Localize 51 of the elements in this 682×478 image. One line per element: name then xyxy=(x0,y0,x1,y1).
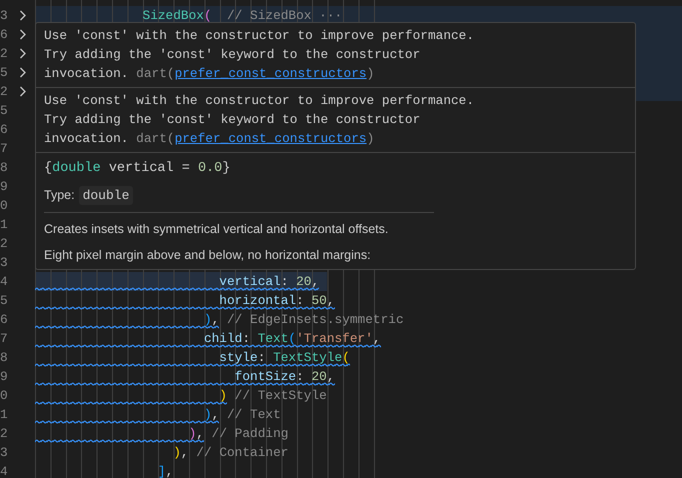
line-number: 3 xyxy=(0,7,8,25)
line-number: 1 xyxy=(0,406,8,424)
line-number: 7 xyxy=(0,330,8,348)
line-number: 3 xyxy=(0,254,8,272)
type-chip: double xyxy=(78,186,134,205)
line-number: 4 xyxy=(0,273,8,291)
code-line: ), // Padding xyxy=(188,426,288,441)
doc-text: Creates insets with symmetrical vertical and horizontal offsets. xyxy=(44,221,390,238)
code-line: ) // TextStyle xyxy=(218,388,327,403)
line-number: 6 xyxy=(0,311,8,329)
code-line: vertical: 20, xyxy=(218,274,320,289)
line-number: 9 xyxy=(0,368,8,386)
line-number: 4 xyxy=(0,463,8,478)
code-line: ), // Text xyxy=(202,407,281,422)
code-line: style: TextStyle( xyxy=(218,350,350,365)
code-line: ], xyxy=(156,464,174,478)
line-number: 0 xyxy=(0,197,8,215)
line-number: 2 xyxy=(0,425,8,443)
chevron-right-icon[interactable] xyxy=(19,10,27,21)
code-line: child: Text('Transfer', xyxy=(202,331,381,346)
code-line: ), // EdgeInsets.symmetric xyxy=(202,312,404,327)
line-number: 7 xyxy=(0,140,8,158)
chevron-right-icon[interactable] xyxy=(19,86,27,97)
line-number: 1 xyxy=(0,216,8,234)
line-number: 9 xyxy=(0,178,8,196)
type-label: Type: xyxy=(44,187,75,204)
line-number: 8 xyxy=(0,349,8,367)
code-line: SizedBox( // SizedBox ··· xyxy=(142,8,342,23)
line-number: 5 xyxy=(0,64,8,82)
chevron-right-icon[interactable] xyxy=(19,67,27,78)
chevron-right-icon[interactable] xyxy=(19,29,27,40)
line-number: 0 xyxy=(0,387,8,405)
signature-text: {double vertical = 0.0} xyxy=(44,160,232,178)
line-number: 6 xyxy=(0,121,8,139)
line-number: 3 xyxy=(0,444,8,462)
rule-link[interactable]: prefer_const_constructors xyxy=(174,131,367,146)
line-number: 5 xyxy=(0,102,8,120)
diagnostic-message: Use 'const' with the constructor to improve performance. Try adding the 'const' keyword to the constructor invocation. dart(prefer_const_constructors) xyxy=(44,92,476,148)
line-number: 2 xyxy=(0,235,8,253)
chevron-right-icon[interactable] xyxy=(19,48,27,59)
code-line: horizontal: 50, xyxy=(218,293,335,308)
code-line: fontSize: 20, xyxy=(234,369,335,384)
diagnostic-message: Use 'const' with the constructor to improve performance. Try adding the 'const' keyword to the constructor invocation. dart(prefer_const_constructors) xyxy=(44,27,476,83)
line-number: 2 xyxy=(0,83,8,101)
line-number: 2 xyxy=(0,45,8,63)
line-number: 8 xyxy=(0,159,8,177)
rule-link[interactable]: prefer_const_constructors xyxy=(174,66,367,81)
code-line: ), // Container xyxy=(172,445,288,460)
doc-text: Eight pixel margin above and below, no horizontal margins: xyxy=(44,247,372,264)
line-number: 5 xyxy=(0,292,8,310)
line-number: 6 xyxy=(0,26,8,44)
